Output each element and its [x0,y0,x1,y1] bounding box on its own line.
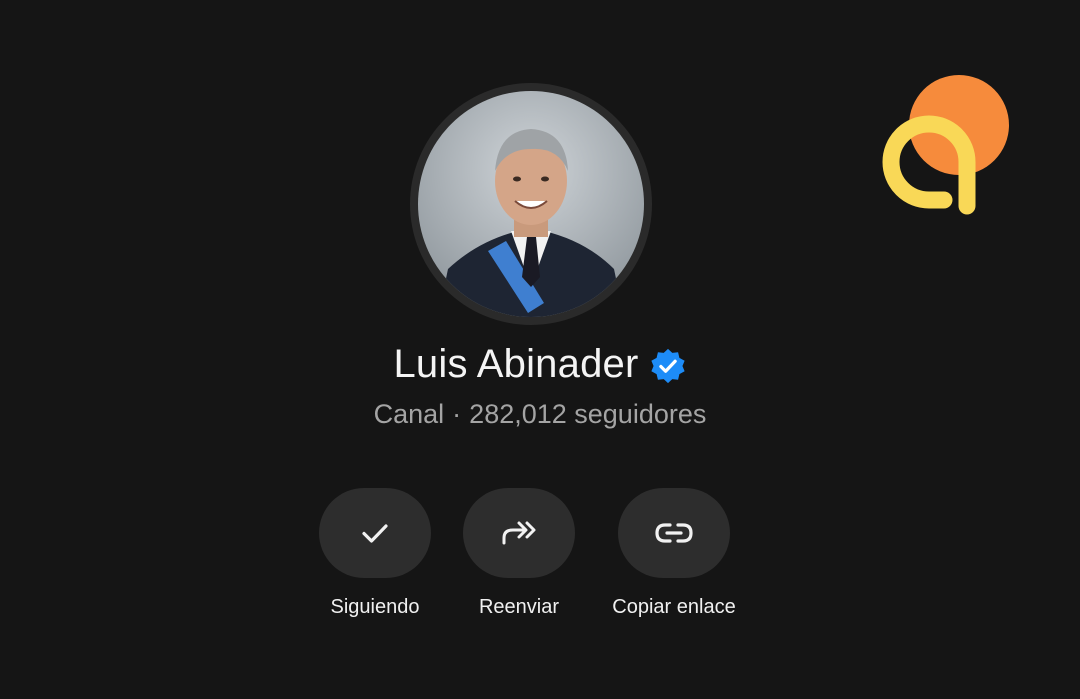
forward-icon [502,521,536,545]
avatar-photo-icon [418,91,644,317]
copy-link-button[interactable] [618,488,730,578]
channel-avatar [410,83,652,325]
copy-link-action[interactable]: Copiar enlace [594,488,754,619]
channel-actions: Siguiendo Reenviar Copiar enlace [0,488,1080,638]
check-icon [362,524,388,543]
channel-name: Luis Abinader [393,342,639,386]
copy-link-label: Copiar enlace [612,596,736,618]
following-button[interactable] [319,488,431,578]
brand-logo-icon [882,75,1009,215]
verified-badge-icon [650,348,685,384]
following-label: Siguiendo [330,596,420,618]
channel-subtitle: Canal · 282,012 seguidores [0,399,1080,430]
subtitle-separator: · [452,399,462,429]
link-icon [655,523,693,543]
channel-title-row: Luis Abinader [0,342,1080,387]
forward-button[interactable] [463,488,575,578]
forward-label: Reenviar [478,596,560,618]
following-action[interactable]: Siguiendo [295,488,455,619]
followers-count: 282,012 seguidores [469,399,707,429]
forward-action[interactable]: Reenviar [439,488,599,619]
channel-type-label: Canal [373,399,445,429]
